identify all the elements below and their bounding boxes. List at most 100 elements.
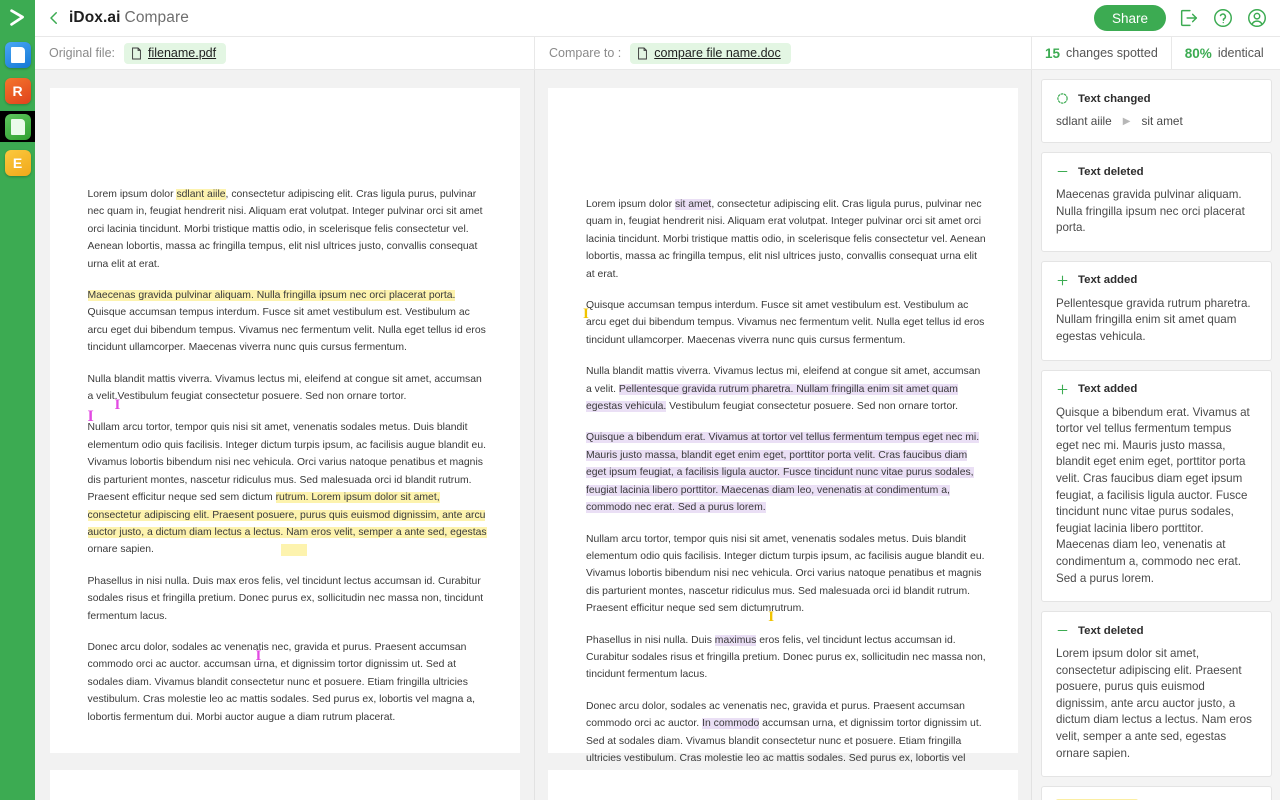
change-card-title: Text added <box>1078 383 1138 396</box>
added-text-highlight: Quisque a bibendum erat. Vivamus at tort… <box>586 432 980 514</box>
identical-percent: 80% <box>1184 45 1212 61</box>
document-page-2 <box>548 770 1018 800</box>
brand-module: Compare <box>124 9 189 26</box>
document-paragraph: Nullam arcu tortor, tempor quis nisi sit… <box>586 531 987 626</box>
file-icon <box>638 47 648 59</box>
app-root: R E iDox.ai Compare Share Original file:… <box>0 0 1280 800</box>
document-green-icon <box>4 113 31 140</box>
change-card-title: Text deleted <box>1078 624 1144 637</box>
stats-bar: 15 changes spotted 80% identical <box>1032 37 1280 69</box>
change-card-header: Text added <box>1056 274 1257 287</box>
body-text: Donec arcu dolor, sodales ac venena <box>87 641 259 653</box>
body-text: ornare sapien. <box>87 544 154 556</box>
body-text: Lorem ipsum dolor <box>586 199 675 210</box>
document-paragraph: Nullam arcu tortor, tempor quis nisi sit… <box>87 409 489 558</box>
document-paragraph: Phasellus in nisi nulla. Duis max eros f… <box>88 573 489 625</box>
body-text: Phasellus in nisi nulla. Duis max eros f… <box>87 575 484 622</box>
document-paragraph: Maecenas gravida pulvinar aliquam. Nulla… <box>87 287 489 357</box>
original-file-label: Original file: <box>49 46 115 60</box>
change-card-body: Lorem ipsum dolor sit amet, consectetur … <box>1056 647 1252 760</box>
added-text-highlight: maximus <box>714 634 757 646</box>
account-icon[interactable] <box>1246 7 1268 29</box>
letter-r-icon: R <box>4 77 31 104</box>
change-card-body: Quisque a bibendum erat. Vivamus at tort… <box>1056 405 1250 585</box>
document-paragraph: Nulla blandit mattis viverra. Vivamus le… <box>88 371 489 413</box>
body-text: Phasellus in nisi nulla. Duis <box>586 634 715 646</box>
identical-label: identical <box>1217 46 1264 60</box>
dashed-circle-icon <box>1056 92 1069 105</box>
change-card-body: Pellentesque gravida rutrum pharetra. Nu… <box>1056 296 1251 343</box>
original-file-chip[interactable]: filename.pdf <box>124 42 227 64</box>
document-paragraph: Donec arcu dolor, sodales ac venenatis n… <box>88 639 489 726</box>
stat-changes-spotted: 15 changes spotted <box>1032 37 1171 69</box>
body-text: rutrum. <box>771 603 805 615</box>
minus-icon <box>1056 165 1069 178</box>
compare-file-label: Compare to : <box>549 46 622 60</box>
body-text: tis nec, gravida et purus. Praesent accu… <box>87 641 476 723</box>
changes-count: 15 <box>1045 45 1061 61</box>
rail-app-red[interactable]: R <box>0 75 35 106</box>
top-bar: iDox.ai Compare Share <box>35 0 1280 37</box>
back-chevron-icon[interactable] <box>45 9 63 27</box>
body-text: Lorem ipsum dolor <box>87 189 177 200</box>
document-paragraph: Quisque accumsan tempus interdum. Fusce … <box>583 297 987 349</box>
change-card-changed[interactable]: Text changed sdlant aiile ▶ sit amet <box>1041 79 1272 143</box>
document-blue-icon <box>4 41 31 68</box>
document-page-2 <box>49 770 520 800</box>
body-text: Quisque accumsan tempus interdum. Fusce … <box>87 307 486 354</box>
diff-from-text: sdlant aiile <box>1056 114 1112 128</box>
idox-arrow-logo-icon[interactable] <box>0 0 35 35</box>
change-card-header: Text deleted <box>1056 165 1257 178</box>
original-document-pane[interactable]: Lorem ipsum dolor sdlant aiile, consecte… <box>35 70 535 800</box>
document-paragraph: Phasellus in nisi nulla. Duis maximus er… <box>586 632 987 684</box>
compare-document-pane[interactable]: Lorem ipsum dolor sit amet, consectetur … <box>535 70 1032 800</box>
file-bar: Original file: filename.pdf Compare to :… <box>35 37 1280 70</box>
document-page: Lorem ipsum dolor sit amet, consectetur … <box>548 88 1018 781</box>
deleted-text-highlight: Maecenas gravida pulvinar aliquam. Nulla… <box>87 290 456 302</box>
change-card-diff: sdlant aiile ▶ sit amet <box>1056 114 1257 128</box>
export-icon[interactable] <box>1178 7 1200 29</box>
change-card-added[interactable]: Text added Quisque a bibendum erat. Vivam… <box>1041 369 1272 603</box>
share-button[interactable]: Share <box>1093 5 1166 31</box>
plus-icon <box>1056 274 1069 287</box>
compare-file-chip[interactable]: compare file name.doc <box>630 42 791 64</box>
document-page: Lorem ipsum dolor sdlant aiile, consecte… <box>49 88 520 753</box>
change-card-title: Text deleted <box>1078 165 1144 178</box>
compare-document-text: Lorem ipsum dolor sit amet, consectetur … <box>548 88 1018 785</box>
change-card-header: Text deleted <box>1056 624 1257 637</box>
body-text: Nullam arcu tortor, tempor quis nisi sit… <box>87 422 487 504</box>
stat-identical: 80% identical <box>1170 37 1277 69</box>
document-paragraph: Lorem ipsum dolor sit amet, consectetur … <box>586 196 987 283</box>
deleted-highlight-fragment <box>280 543 307 556</box>
body-text: Vestibulum feugiat consectetur posuere. … <box>117 391 407 403</box>
change-card-changed[interactable]: Text changedmax▶maximus <box>1041 786 1272 800</box>
left-app-rail: R E <box>0 0 35 800</box>
change-card-title: Text added <box>1078 274 1138 287</box>
compare-file-cell: Compare to : compare file name.doc <box>535 37 1032 69</box>
body-text: Vestibulum feugiat consectetur posuere. … <box>666 401 958 413</box>
change-card-body: Maecenas gravida pulvinar aliquam. Nulla… <box>1056 188 1245 235</box>
added-text-highlight: sit amet <box>674 199 712 210</box>
change-card-header: Text changed <box>1056 92 1257 105</box>
original-file-name: filename.pdf <box>148 46 217 60</box>
compare-file-name: compare file name.doc <box>654 46 781 60</box>
diff-arrow-icon: ▶ <box>1122 115 1131 127</box>
help-icon[interactable] <box>1212 7 1234 29</box>
change-card-deleted[interactable]: Text deleted Lorem ipsum dolor sit amet, … <box>1041 611 1272 778</box>
rail-app-green-active[interactable] <box>0 111 35 142</box>
body-text: , consectetur adipiscing elit. Cras ligu… <box>586 199 986 280</box>
rail-app-blue[interactable] <box>0 39 35 70</box>
deleted-text-highlight: sdlant aiile <box>176 189 226 200</box>
rail-app-amber[interactable]: E <box>0 147 35 178</box>
changes-list-panel[interactable]: Text changed sdlant aiile ▶ sit amet Text de… <box>1032 70 1280 800</box>
change-card-added[interactable]: Text added Pellentesque gravida rutrum ph… <box>1041 260 1272 361</box>
rail-app-list: R E <box>0 39 35 178</box>
brand-name: iDox.ai <box>69 9 121 26</box>
changes-count-label: changes spotted <box>1066 46 1158 60</box>
original-document-text: Lorem ipsum dolor sdlant aiile, consecte… <box>50 88 520 726</box>
added-text-highlight: In commodo <box>702 718 760 730</box>
file-icon <box>132 47 141 59</box>
body-region: Lorem ipsum dolor sdlant aiile , consecte… <box>35 70 1280 800</box>
minus-icon <box>1056 624 1069 637</box>
change-card-deleted[interactable]: Text deleted Maecenas gravida pulvinar al… <box>1041 152 1272 252</box>
